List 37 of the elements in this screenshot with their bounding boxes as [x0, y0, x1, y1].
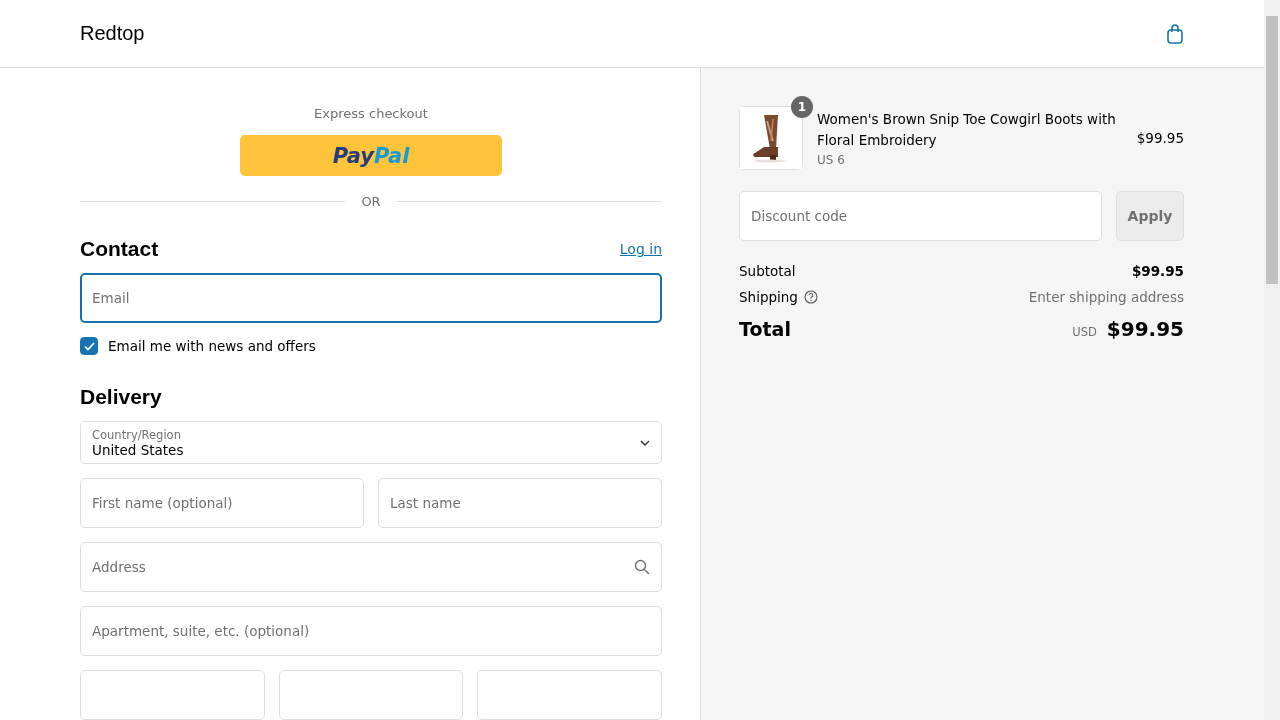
checkbox-label: Email me with news and offers [108, 338, 316, 355]
scrollbar[interactable] [1264, 0, 1280, 720]
search-icon [634, 559, 650, 575]
country-select[interactable]: Country/Region United States [80, 421, 662, 464]
subtotal-value: $99.95 [1131, 263, 1184, 279]
text-field[interactable]: Last name [378, 478, 662, 528]
checkmark-icon [83, 341, 95, 351]
text-field[interactable]: Apartment, suite, etc. (optional) [80, 606, 662, 656]
currency-code: USD [1072, 325, 1097, 339]
checkbox[interactable] [80, 337, 98, 356]
store-name[interactable]: Redtop [80, 22, 145, 45]
total-value: $99.95 [1106, 317, 1184, 341]
shipping-value: Enter shipping address [1028, 289, 1184, 305]
subtotal-label: Subtotal [739, 263, 796, 279]
discount-field[interactable]: Discount code [739, 191, 1102, 241]
product-variant: US 6 [817, 153, 846, 167]
login-link[interactable]: Log in [619, 241, 662, 258]
shopping-bag-icon[interactable] [1166, 22, 1184, 45]
text-field[interactable] [477, 670, 662, 720]
shipping-label: Shipping [739, 289, 798, 305]
divider-label: OR [361, 194, 381, 210]
address-field[interactable]: Address [80, 542, 662, 592]
product-name: Women's Brown Snip Toe Cowgirl Boots with Floral Embroidery [817, 110, 1117, 150]
text-field[interactable] [80, 670, 265, 720]
paypal-button[interactable]: PayPal [240, 135, 502, 177]
chevron-down-icon [640, 439, 650, 446]
section-heading: Delivery [80, 385, 162, 410]
help-icon[interactable] [803, 290, 818, 304]
text-field[interactable] [278, 670, 464, 720]
section-heading: Contact [80, 237, 159, 262]
total-label: Total [739, 318, 791, 340]
section-label: Express checkout [313, 106, 429, 121]
quantity-badge: 1 [791, 96, 813, 118]
text-field[interactable]: First name (optional) [80, 478, 364, 528]
product-price: $99.95 [1136, 130, 1184, 146]
apply-button[interactable]: Apply [1116, 191, 1184, 241]
email-field[interactable]: Email [80, 273, 662, 324]
